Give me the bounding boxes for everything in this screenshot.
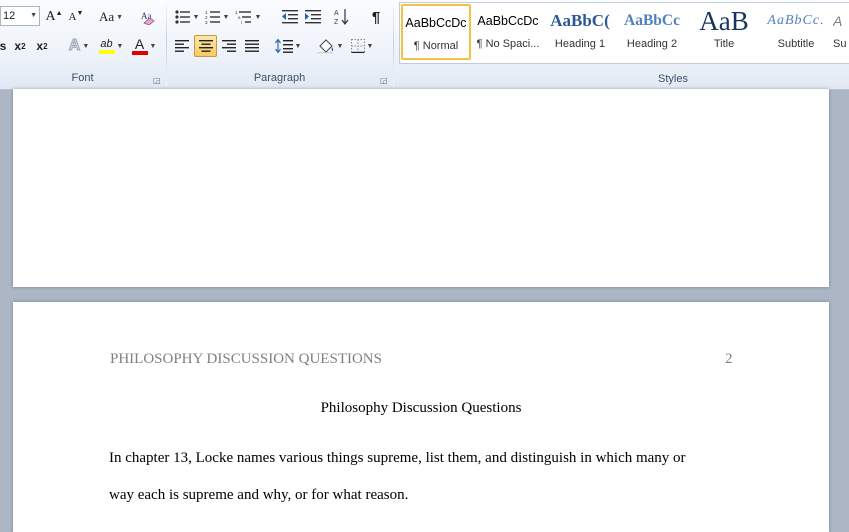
running-header: PHILOSOPHY DISCUSSION QUESTIONS bbox=[110, 351, 382, 367]
borders-icon bbox=[350, 39, 365, 53]
subscript-icon: 2 bbox=[21, 41, 26, 51]
font-color-icon: A bbox=[134, 36, 145, 52]
style-subtle-emphasis[interactable]: A Su bbox=[833, 4, 849, 60]
svg-text:i: i bbox=[241, 20, 242, 24]
style-sample: AaB bbox=[699, 5, 749, 36]
font-color-button[interactable]: A ▼ bbox=[128, 35, 160, 57]
style-sample: AaBbCcDc bbox=[405, 16, 467, 30]
increase-indent-button[interactable] bbox=[302, 6, 324, 28]
show-formatting-button[interactable]: ¶ bbox=[365, 6, 387, 28]
shrink-font-button[interactable]: A ▼ bbox=[66, 6, 86, 28]
font-size-value: 12 bbox=[3, 10, 16, 22]
font-color-bar bbox=[131, 51, 148, 55]
font-group: 12 ▼ A ▲ A ▼ Aa ▼ Aa s x2 x2 A ▼ ab ▼ A … bbox=[0, 0, 165, 88]
chevron-down-icon[interactable]: ▼ bbox=[30, 7, 37, 25]
borders-button[interactable]: ▼ bbox=[347, 35, 377, 57]
bullets-icon bbox=[174, 10, 190, 24]
document-page-1[interactable] bbox=[13, 89, 829, 287]
align-left-button[interactable] bbox=[171, 35, 193, 57]
svg-text:Z: Z bbox=[334, 19, 339, 26]
paragraph-group-label: Paragraph bbox=[253, 72, 306, 84]
shrink-font-icon: A bbox=[68, 11, 77, 23]
increase-indent-icon bbox=[305, 10, 321, 24]
bold-partial-button[interactable]: s bbox=[0, 35, 8, 57]
align-left-icon bbox=[175, 40, 189, 52]
separator bbox=[393, 2, 394, 86]
paragraph-dialog-launcher-icon[interactable]: ◲ bbox=[380, 77, 388, 85]
style-subtitle[interactable]: AaBbCc. Subtitle bbox=[761, 4, 831, 60]
pilcrow-icon: ¶ bbox=[371, 8, 381, 26]
justify-button[interactable] bbox=[241, 35, 263, 57]
style-normal[interactable]: AaBbCcDc ¶ Normal bbox=[401, 4, 471, 60]
grow-font-button[interactable]: A ▲ bbox=[44, 6, 64, 28]
superscript-icon: 2 bbox=[43, 41, 48, 51]
style-title[interactable]: AaB Title bbox=[689, 4, 759, 60]
body-line-2: way each is supreme and why, or for what… bbox=[109, 487, 409, 503]
justify-icon bbox=[245, 40, 259, 52]
font-size-box[interactable]: 12 ▼ bbox=[0, 6, 40, 26]
shading-bucket-icon bbox=[317, 39, 333, 54]
align-center-button[interactable] bbox=[194, 35, 217, 57]
grow-font-icon: A bbox=[45, 9, 56, 24]
font-dialog-launcher-icon[interactable]: ◲ bbox=[153, 77, 161, 85]
highlight-icon: ab bbox=[100, 38, 113, 50]
sort-icon: A Z bbox=[334, 9, 349, 26]
decrease-indent-icon bbox=[282, 10, 298, 24]
page-number: 2 bbox=[725, 351, 733, 367]
multilevel-list-icon: 1 a i bbox=[235, 10, 251, 24]
shading-button[interactable]: ▼ bbox=[315, 35, 345, 57]
multilevel-list-button[interactable]: 1 a i ▼ bbox=[233, 6, 263, 28]
numbering-icon: 1 2 3 bbox=[205, 10, 220, 24]
document-title: Philosophy Discussion Questions bbox=[320, 400, 522, 416]
style-sample: AaBbCcDc bbox=[477, 14, 539, 28]
style-sample: AaBbCc bbox=[624, 12, 680, 29]
svg-text:A: A bbox=[334, 10, 339, 17]
line-spacing-icon bbox=[274, 39, 293, 53]
ribbon: 12 ▼ A ▲ A ▼ Aa ▼ Aa s x2 x2 A ▼ ab ▼ A … bbox=[0, 0, 849, 90]
style-sample: AaBbCc. bbox=[767, 13, 825, 28]
clear-formatting-icon: Aa bbox=[141, 11, 155, 25]
style-heading-1[interactable]: AaBbC( Heading 1 bbox=[545, 4, 615, 60]
highlight-button[interactable]: ab ▼ bbox=[95, 35, 127, 57]
svg-text:3: 3 bbox=[205, 20, 208, 24]
align-center-icon bbox=[198, 40, 213, 52]
change-case-icon: Aa bbox=[98, 9, 115, 24]
align-right-icon bbox=[222, 40, 236, 52]
subscript-button[interactable]: x2 bbox=[10, 35, 30, 57]
body-line-1: In chapter 13, Locke names various thing… bbox=[109, 450, 686, 466]
bullets-button[interactable]: ▼ bbox=[173, 6, 201, 28]
font-group-label: Font bbox=[71, 72, 94, 84]
paragraph-group: ▼ 1 2 3 ▼ 1 a i ▼ A Z ¶ ▼ ▼ ▼ Paragraph … bbox=[167, 0, 392, 88]
styles-gallery: AaBbCcDc ¶ Normal AaBbCcDc ¶ No Spaci...… bbox=[399, 2, 849, 64]
style-sample: A bbox=[833, 13, 843, 29]
style-name: Heading 1 bbox=[554, 38, 606, 50]
style-name: Title bbox=[713, 38, 735, 50]
align-right-button[interactable] bbox=[218, 35, 240, 57]
change-case-button[interactable]: Aa ▼ bbox=[96, 6, 126, 28]
clear-formatting-button[interactable]: Aa bbox=[138, 6, 160, 28]
style-no-spacing[interactable]: AaBbCcDc ¶ No Spaci... bbox=[473, 4, 543, 60]
style-name: ¶ No Spaci... bbox=[476, 38, 540, 50]
style-heading-2[interactable]: AaBbCc Heading 2 bbox=[617, 4, 687, 60]
style-name: Su bbox=[833, 38, 847, 50]
sort-button[interactable]: A Z bbox=[331, 6, 353, 28]
styles-group-label: Styles bbox=[658, 73, 688, 85]
numbering-button[interactable]: 1 2 3 ▼ bbox=[203, 6, 231, 28]
line-spacing-button[interactable]: ▼ bbox=[273, 35, 303, 57]
document-page-2[interactable]: PHILOSOPHY DISCUSSION QUESTIONS 2 Philos… bbox=[13, 302, 829, 532]
highlight-color-bar bbox=[98, 50, 115, 54]
style-sample: AaBbC( bbox=[550, 11, 610, 30]
superscript-button[interactable]: x2 bbox=[32, 35, 52, 57]
decrease-indent-button[interactable] bbox=[279, 6, 301, 28]
style-name: ¶ Normal bbox=[413, 40, 459, 52]
style-name: Heading 2 bbox=[626, 38, 678, 50]
text-effects-button[interactable]: A ▼ bbox=[64, 35, 94, 57]
style-name: Subtitle bbox=[777, 38, 815, 50]
text-effects-icon: A bbox=[68, 37, 81, 55]
